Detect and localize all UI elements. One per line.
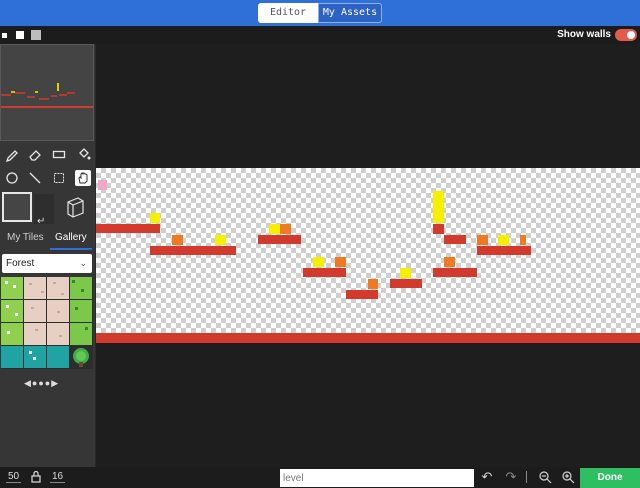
tab-editor[interactable]: Editor	[258, 3, 318, 23]
level-canvas[interactable]	[96, 44, 640, 467]
crate[interactable]	[444, 257, 455, 267]
coin[interactable]	[498, 235, 509, 245]
toolbar-separator	[526, 471, 527, 483]
primary-tile-swatch[interactable]	[2, 192, 32, 222]
level-height-input[interactable]: 16	[50, 471, 66, 483]
platform[interactable]	[346, 290, 378, 299]
top-bar: Editor My Assets	[0, 0, 640, 26]
tile-dirt[interactable]	[47, 323, 69, 345]
tile-dirt[interactable]	[47, 300, 69, 322]
crate[interactable]	[280, 224, 291, 234]
minimap-preview	[1, 83, 93, 108]
tile-water-flower[interactable]	[24, 346, 46, 368]
crate[interactable]	[368, 279, 378, 289]
select-icon[interactable]	[51, 170, 67, 186]
active-tab-indicator	[50, 248, 92, 250]
show-walls-label: Show walls	[557, 29, 611, 40]
line-icon[interactable]	[27, 170, 43, 186]
tab-my-tiles[interactable]: My Tiles	[7, 232, 44, 243]
tileset-select-value: Forest	[6, 258, 35, 269]
platform[interactable]	[444, 235, 466, 244]
platform[interactable]	[390, 279, 422, 288]
toggle-knob	[627, 31, 635, 39]
hand-icon[interactable]	[75, 170, 91, 186]
tile-grass-edge[interactable]	[70, 277, 92, 299]
tile-dirt[interactable]	[24, 323, 46, 345]
undo-icon[interactable]: ↶	[480, 470, 494, 484]
level-width-input[interactable]: 50	[6, 471, 22, 483]
eraser-icon[interactable]	[27, 146, 43, 162]
tile-grass[interactable]	[1, 323, 23, 345]
level-editor-app: Editor My Assets Show walls ↵ My Tiles G…	[0, 0, 640, 488]
torch[interactable]	[520, 235, 526, 245]
crate[interactable]	[172, 235, 183, 245]
chevron-down-icon: ⌄	[79, 258, 87, 268]
crate[interactable]	[477, 235, 488, 245]
tile-bush[interactable]	[70, 346, 92, 368]
flag-pole[interactable]	[433, 191, 444, 223]
ground[interactable]	[96, 333, 640, 343]
show-walls-toggle[interactable]	[615, 29, 637, 41]
fill-bucket-icon[interactable]	[76, 146, 92, 162]
tab-my-assets[interactable]: My Assets	[318, 3, 382, 23]
circle-icon[interactable]	[4, 170, 20, 186]
tile-grass-edge[interactable]	[70, 323, 92, 345]
swap-tiles-icon[interactable]: ↵	[37, 216, 45, 227]
tile-grass[interactable]	[1, 300, 23, 322]
tile-dirt[interactable]	[24, 277, 46, 299]
coin[interactable]	[269, 224, 280, 234]
tile-grass-edge[interactable]	[70, 300, 92, 322]
tile-water[interactable]	[47, 346, 69, 368]
platform[interactable]	[303, 268, 346, 277]
platform[interactable]	[96, 224, 160, 233]
level-minimap[interactable]	[0, 44, 94, 141]
rectangle-icon[interactable]	[51, 146, 67, 162]
platform[interactable]	[433, 224, 444, 234]
lock-icon[interactable]	[31, 470, 41, 483]
tile-water[interactable]	[1, 346, 23, 368]
zoom-in-icon[interactable]	[561, 470, 575, 484]
tile-dirt[interactable]	[24, 300, 46, 322]
tile-grass[interactable]	[1, 277, 23, 299]
brush-size-small-button[interactable]	[2, 33, 7, 38]
coin[interactable]	[400, 268, 411, 278]
tileset-select[interactable]: Forest ⌄	[2, 254, 92, 273]
bottom-bar: 50 16 ↶ ↷ Done	[0, 467, 640, 488]
tileset-grid[interactable]	[1, 277, 93, 369]
coin[interactable]	[215, 235, 226, 245]
brush-size-medium-button[interactable]	[16, 31, 24, 39]
editor-toolbar: Show walls	[0, 26, 640, 44]
zoom-out-icon[interactable]	[538, 470, 552, 484]
platform[interactable]	[150, 246, 236, 255]
platform[interactable]	[477, 246, 531, 255]
tile-tabs: My Tiles Gallery	[0, 228, 96, 250]
platform[interactable]	[433, 268, 477, 277]
done-button[interactable]: Done	[580, 468, 640, 488]
tile-dirt[interactable]	[47, 277, 69, 299]
level-name-input[interactable]	[280, 469, 474, 487]
platform[interactable]	[258, 235, 301, 244]
pencil-icon[interactable]	[4, 146, 20, 162]
stamp-icon[interactable]	[64, 196, 86, 218]
tileset-pager[interactable]: ◀●●●▶	[24, 378, 59, 389]
brush-size-large-button[interactable]	[31, 30, 41, 40]
crate[interactable]	[335, 257, 346, 267]
redo-icon[interactable]: ↷	[504, 470, 518, 484]
spawn-point[interactable]	[98, 180, 107, 190]
coin[interactable]	[150, 213, 160, 223]
tab-gallery[interactable]: Gallery	[55, 232, 87, 243]
tools-panel: ↵ My Tiles Gallery Forest ⌄ ◀●●●▶	[0, 44, 96, 467]
level-area[interactable]	[96, 168, 640, 343]
coin[interactable]	[313, 257, 324, 267]
